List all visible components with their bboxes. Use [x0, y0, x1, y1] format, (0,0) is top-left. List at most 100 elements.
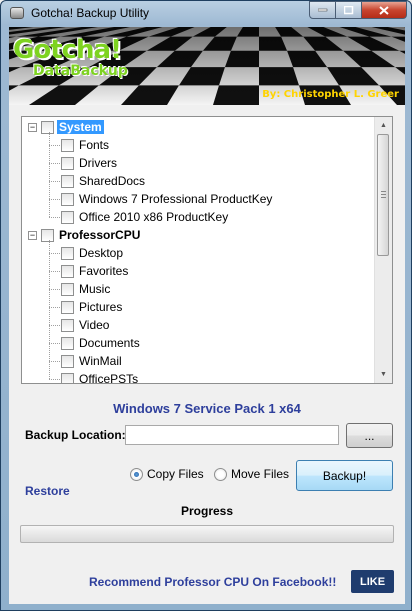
maximize-button[interactable]: [336, 1, 362, 19]
tree-checkbox[interactable]: [61, 300, 74, 314]
tree-child-node[interactable]: Drivers: [61, 154, 119, 172]
tree-connector: [49, 253, 60, 254]
tree-node-label: System: [57, 120, 104, 134]
backup-location-label: Backup Location:: [25, 428, 126, 442]
progress-label: Progress: [180, 504, 234, 518]
scroll-down-arrow-icon[interactable]: ▼: [375, 366, 392, 383]
tree-checkbox[interactable]: [61, 336, 74, 350]
close-button[interactable]: [362, 1, 407, 19]
minimize-icon: [317, 8, 327, 12]
tree-connector: [49, 307, 60, 308]
tree-connector: [49, 289, 60, 290]
like-button[interactable]: LIKE: [351, 570, 394, 593]
tree-node-label: OfficePSTs: [79, 372, 139, 384]
logo-subtitle: DataBackup: [33, 63, 128, 79]
tree-child-node[interactable]: Fonts: [61, 136, 111, 154]
tree-node-label: Video: [79, 318, 110, 332]
tree-connector: [49, 361, 60, 362]
client-area: Gotcha! DataBackup By: Christopher L. Gr…: [9, 27, 405, 604]
browse-button[interactable]: ...: [346, 423, 393, 448]
tree-child-node[interactable]: Desktop: [61, 244, 125, 262]
copy-files-label: Copy Files: [147, 467, 204, 481]
tree-child-node[interactable]: Office 2010 x86 ProductKey: [61, 208, 230, 226]
tree-child-node[interactable]: Music: [61, 280, 112, 298]
folder-tree[interactable]: − System Fonts Drivers SharedDocs Windows 7 P…: [21, 116, 393, 384]
scroll-up-arrow-icon[interactable]: ▲: [375, 117, 392, 134]
minimize-button[interactable]: [309, 1, 336, 19]
tree-node-label: Windows 7 Professional ProductKey: [79, 192, 273, 206]
backup-button[interactable]: Backup!: [296, 460, 393, 491]
tree-checkbox[interactable]: [61, 192, 74, 206]
title-bar[interactable]: Gotcha! Backup Utility: [1, 1, 412, 27]
tree-node-label: Office 2010 x86 ProductKey: [79, 210, 229, 224]
tree-child-node[interactable]: Documents: [61, 334, 142, 352]
radio-unselected-icon: [214, 467, 227, 481]
move-files-label: Move Files: [231, 467, 290, 481]
restore-link[interactable]: Restore: [25, 484, 70, 498]
tree-scrollbar[interactable]: ▲ ▼: [374, 117, 392, 383]
tree-checkbox[interactable]: [61, 282, 74, 296]
tree-child-node[interactable]: Windows 7 Professional ProductKey: [61, 190, 274, 208]
banner: Gotcha! DataBackup By: Christopher L. Gr…: [9, 27, 405, 105]
tree-connector: [49, 217, 60, 218]
grip-line: [381, 194, 386, 195]
close-icon: [379, 5, 389, 15]
tree-connector: [49, 199, 60, 200]
tree-connector: [49, 343, 60, 344]
tree-connector: [49, 132, 50, 217]
window-title: Gotcha! Backup Utility: [31, 6, 150, 20]
tree-node-label: Desktop: [79, 246, 124, 260]
author-byline: By: Christopher L. Greer: [262, 89, 399, 100]
window-frame: Gotcha! Backup Utility Gotcha! DataBacku…: [0, 0, 412, 611]
facebook-recommend-text[interactable]: Recommend Professor CPU On Facebook!!: [89, 575, 336, 589]
tree-checkbox[interactable]: [61, 210, 74, 224]
tree-node-label: WinMail: [79, 354, 122, 368]
move-files-radio[interactable]: Move Files: [214, 467, 289, 481]
tree-checkbox[interactable]: [41, 120, 54, 134]
tree-connector: [49, 271, 60, 272]
grip-line: [381, 191, 386, 192]
tree-child-node[interactable]: WinMail: [61, 352, 124, 370]
tree-checkbox[interactable]: [41, 228, 54, 242]
tree-checkbox[interactable]: [61, 372, 74, 383]
app-icon: [10, 7, 24, 19]
tree-root-node[interactable]: − ProfessorCPU: [28, 226, 142, 244]
tree-connector: [49, 240, 50, 379]
tree-connector: [49, 145, 60, 146]
tree-node-label: Drivers: [79, 156, 117, 170]
tree-child-node[interactable]: OfficePSTs: [61, 370, 140, 384]
tree-checkbox[interactable]: [61, 156, 74, 170]
tree-node-label: Fonts: [79, 138, 110, 152]
tree-node-label: SharedDocs: [79, 174, 146, 188]
tree-connector: [49, 325, 60, 326]
tree-node-label: ProfessorCPU: [59, 228, 141, 242]
tree-connector: [49, 163, 60, 164]
progress-bar: [20, 525, 394, 543]
tree-checkbox[interactable]: [61, 246, 74, 260]
tree-checkbox[interactable]: [61, 318, 74, 332]
tree-child-node[interactable]: Pictures: [61, 298, 124, 316]
collapse-toggle-icon[interactable]: −: [28, 230, 37, 240]
tree-checkbox[interactable]: [61, 264, 74, 278]
backup-location-input[interactable]: [125, 425, 339, 445]
tree-connector: [49, 379, 60, 380]
copy-files-radio[interactable]: Copy Files: [130, 467, 204, 481]
tree-child-node[interactable]: SharedDocs: [61, 172, 147, 190]
scroll-thumb[interactable]: [377, 134, 389, 256]
tree-connector: [49, 181, 60, 182]
radio-selected-icon: [130, 467, 143, 481]
tree-child-node[interactable]: Video: [61, 316, 111, 334]
tree-node-label: Favorites: [79, 264, 129, 278]
maximize-icon: [343, 5, 353, 14]
tree-checkbox[interactable]: [61, 174, 74, 188]
tree-node-label: Music: [79, 282, 111, 296]
tree-checkbox[interactable]: [61, 138, 74, 152]
tree-node-label: Documents: [79, 336, 140, 350]
os-version-label: Windows 7 Service Pack 1 x64: [113, 401, 301, 416]
tree-checkbox[interactable]: [61, 354, 74, 368]
logo-title: Gotcha!: [13, 35, 122, 65]
tree-root-node[interactable]: − System: [28, 118, 104, 136]
tree-child-node[interactable]: Favorites: [61, 262, 130, 280]
collapse-toggle-icon[interactable]: −: [28, 122, 37, 132]
grip-line: [381, 197, 386, 198]
